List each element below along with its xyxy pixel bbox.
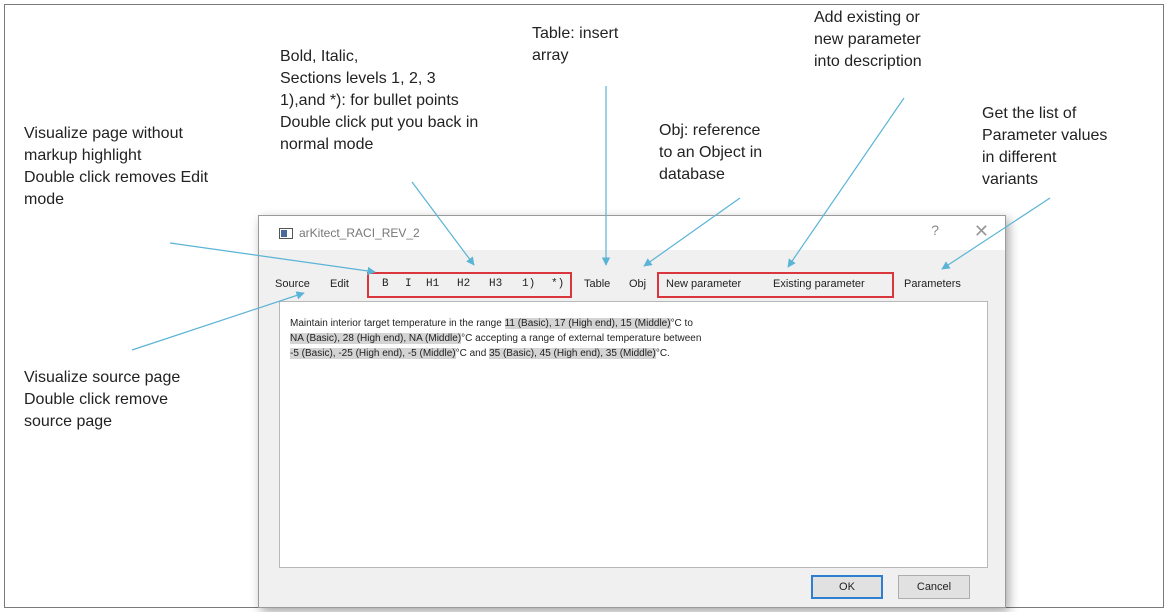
arrow-add-parameter: [787, 97, 905, 268]
callout-arrows: [131, 86, 1051, 351]
arrow-obj: [643, 197, 741, 267]
arrow-formatting: [411, 181, 475, 266]
arrow-visualize: [169, 242, 376, 276]
arrow-source: [131, 291, 305, 351]
arrow-parameters: [941, 197, 1051, 270]
